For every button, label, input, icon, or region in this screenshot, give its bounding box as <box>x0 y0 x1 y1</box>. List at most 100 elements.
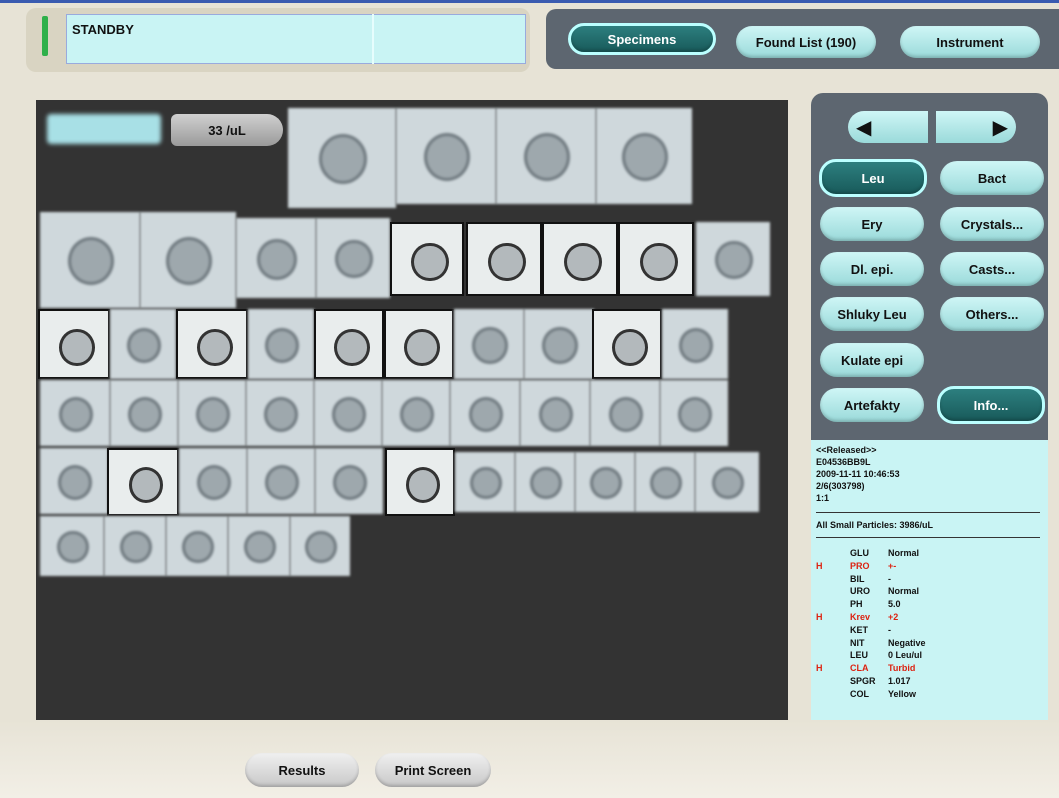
category-others-button[interactable]: Others... <box>940 297 1044 331</box>
particle-thumbnail[interactable] <box>524 309 594 379</box>
particle-thumbnail[interactable] <box>542 222 618 296</box>
instrument-tab[interactable]: Instrument <box>900 26 1040 58</box>
particle-image <box>244 530 276 564</box>
category-artefakty-button[interactable]: Artefakty <box>820 388 924 422</box>
results-button[interactable]: Results <box>245 753 359 787</box>
particle-thumbnail[interactable] <box>107 448 179 516</box>
particle-thumbnail[interactable] <box>590 380 660 446</box>
particle-thumbnail[interactable] <box>316 218 390 298</box>
particle-thumbnail[interactable] <box>40 212 140 308</box>
particle-image <box>58 464 92 500</box>
particle-image <box>530 466 562 500</box>
particle-thumbnail[interactable] <box>314 380 382 446</box>
sample-datetime: 2009-11-11 10:46:53 <box>816 469 900 479</box>
urinalysis-row: BIL - <box>816 573 926 586</box>
particle-thumbnail[interactable] <box>384 309 454 379</box>
sample-id: E04536BB9L <box>816 457 871 467</box>
sample-position: 2/6(303798) <box>816 481 865 491</box>
particle-thumbnail[interactable] <box>247 448 315 514</box>
particle-thumbnail[interactable] <box>166 516 228 576</box>
particle-thumbnail[interactable] <box>248 309 314 379</box>
particle-thumbnail[interactable] <box>618 222 694 296</box>
particle-thumbnail[interactable] <box>178 380 246 446</box>
particle-image <box>523 133 571 182</box>
particle-thumbnail[interactable] <box>246 380 314 446</box>
result-flag: H <box>816 560 823 571</box>
category-crystals-button[interactable]: Crystals... <box>940 207 1044 241</box>
category-ery-button[interactable]: Ery <box>820 207 924 241</box>
result-flag <box>816 598 850 611</box>
particle-image <box>472 326 508 364</box>
particle-thumbnail[interactable] <box>179 448 247 514</box>
category-leu-button[interactable]: Leu <box>819 159 927 197</box>
particle-thumbnail[interactable] <box>695 452 759 512</box>
info-button[interactable]: Info... <box>937 386 1045 424</box>
analyte-value: Negative <box>888 637 926 648</box>
particle-image <box>59 396 93 432</box>
specimens-tab[interactable]: Specimens <box>568 23 716 55</box>
particle-thumbnail[interactable] <box>455 452 515 512</box>
particle-thumbnail[interactable] <box>390 222 464 296</box>
particle-thumbnail[interactable] <box>396 108 496 204</box>
particle-thumbnail[interactable] <box>140 212 236 308</box>
category-bact-button[interactable]: Bact <box>940 161 1044 195</box>
urinalysis-row: H PRO +- <box>816 560 926 573</box>
particle-thumbnail[interactable] <box>290 516 350 576</box>
result-flag <box>816 649 850 662</box>
particle-image <box>542 326 578 364</box>
particle-thumbnail[interactable] <box>592 309 662 379</box>
particle-thumbnail[interactable] <box>450 380 520 446</box>
particle-thumbnail[interactable] <box>520 380 590 446</box>
particle-thumbnail[interactable] <box>176 309 248 379</box>
particle-thumbnail[interactable] <box>382 380 450 446</box>
particle-thumbnail[interactable] <box>575 452 635 512</box>
urinalysis-row: PH 5.0 <box>816 598 926 611</box>
particle-thumbnail[interactable] <box>104 516 166 576</box>
next-arrow-button[interactable]: ▶ <box>936 111 1016 143</box>
particle-thumbnail[interactable] <box>496 108 596 204</box>
analyte-value: 5.0 <box>888 599 901 610</box>
print-screen-button[interactable]: Print Screen <box>375 753 491 787</box>
particle-thumbnail[interactable] <box>466 222 542 296</box>
particle-thumbnail[interactable] <box>662 309 728 379</box>
result-flag <box>816 637 850 650</box>
particle-thumbnail[interactable] <box>38 309 110 379</box>
found-list-tab[interactable]: Found List (190) <box>736 26 876 58</box>
particle-thumbnail[interactable] <box>315 448 383 514</box>
particle-thumbnail[interactable] <box>110 380 178 446</box>
particle-thumbnail[interactable] <box>40 380 110 446</box>
urinalysis-row: URO Normal <box>816 585 926 598</box>
arrow-right-icon: ▶ <box>992 116 1008 139</box>
particle-thumbnail[interactable] <box>454 309 524 379</box>
analyte-value: - <box>888 573 891 584</box>
divider <box>816 537 1040 538</box>
particle-image <box>59 328 95 366</box>
particle-thumbnail[interactable] <box>385 448 455 516</box>
particle-thumbnail[interactable] <box>40 516 104 576</box>
category-dl-epi-button[interactable]: Dl. epi. <box>820 252 924 286</box>
particle-thumbnail[interactable] <box>314 309 384 379</box>
particle-image <box>67 237 115 286</box>
particle-thumbnail[interactable] <box>515 452 575 512</box>
particle-thumbnail[interactable] <box>40 448 108 514</box>
small-particles-count: All Small Particles: 3986/uL <box>816 520 934 530</box>
urinalysis-row: KET - <box>816 624 926 637</box>
particle-thumbnail[interactable] <box>635 452 695 512</box>
particle-thumbnail[interactable] <box>596 108 692 204</box>
particle-thumbnail[interactable] <box>110 309 176 379</box>
particle-image <box>470 466 502 500</box>
urinalysis-row: H Krev +2 <box>816 611 926 624</box>
particle-thumbnail[interactable] <box>660 380 728 446</box>
category-kulate-epi-button[interactable]: Kulate epi <box>820 343 924 377</box>
urinalysis-row: LEU 0 Leu/ul <box>816 649 926 662</box>
category-casts-button[interactable]: Casts... <box>940 252 1044 286</box>
category-shluky-leu-button[interactable]: Shluky Leu <box>820 297 924 331</box>
particle-thumbnail[interactable] <box>236 218 316 298</box>
particle-thumbnail[interactable] <box>228 516 290 576</box>
particle-thumbnail[interactable] <box>288 108 396 208</box>
previous-arrow-button[interactable]: ◀ <box>848 111 928 143</box>
divider <box>816 512 1040 513</box>
particle-image <box>127 327 161 363</box>
particle-image <box>196 396 230 432</box>
particle-thumbnail[interactable] <box>696 222 770 296</box>
